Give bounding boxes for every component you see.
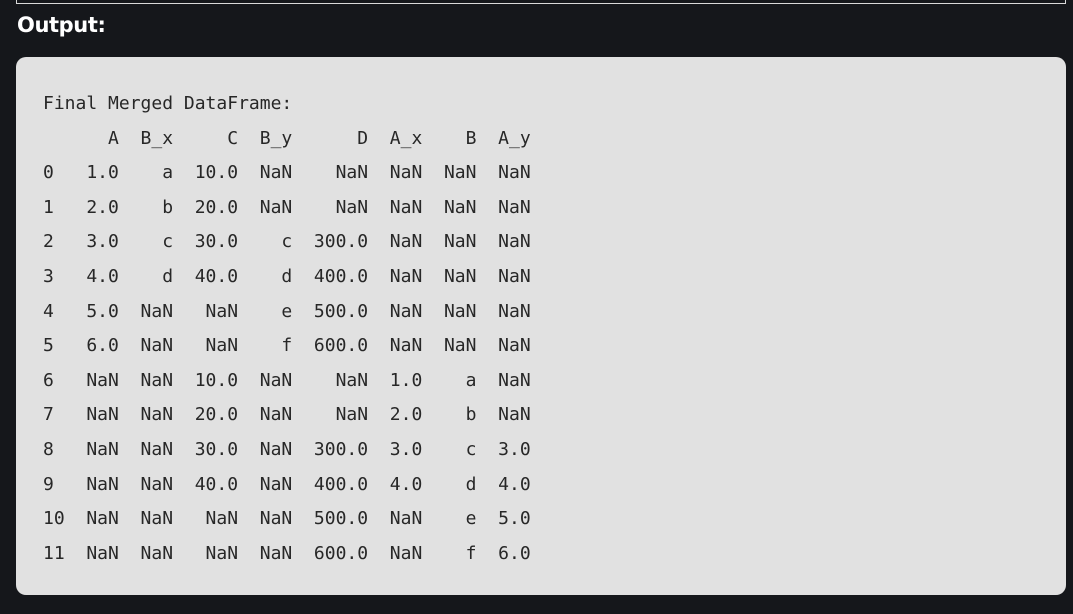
output-line: 2 3.0 c 30.0 c 300.0 NaN NaN NaN	[43, 231, 531, 253]
output-panel: Final Merged DataFrame: A B_x C B_y D A_…	[16, 57, 1066, 595]
output-line: 3 4.0 d 40.0 d 400.0 NaN NaN NaN	[43, 265, 531, 287]
output-line: 9 NaN NaN 40.0 NaN 400.0 4.0 d 4.0	[43, 473, 531, 495]
output-line: 7 NaN NaN 20.0 NaN NaN 2.0 b NaN	[43, 404, 531, 426]
output-line: 0 1.0 a 10.0 NaN NaN NaN NaN NaN	[43, 162, 531, 184]
output-line: 6 NaN NaN 10.0 NaN NaN 1.0 a NaN	[43, 369, 531, 391]
output-line: 8 NaN NaN 30.0 NaN 300.0 3.0 c 3.0	[43, 438, 531, 460]
output-line: A B_x C B_y D A_x B A_y	[43, 127, 531, 149]
previous-code-block-edge	[16, 0, 1066, 4]
output-line: 11 NaN NaN NaN NaN 600.0 NaN f 6.0	[43, 542, 531, 564]
output-line: 10 NaN NaN NaN NaN 500.0 NaN e 5.0	[43, 508, 531, 530]
output-line: 4 5.0 NaN NaN e 500.0 NaN NaN NaN	[43, 300, 531, 322]
output-heading: Output:	[17, 13, 106, 37]
output-line: 5 6.0 NaN NaN f 600.0 NaN NaN NaN	[43, 335, 531, 357]
output-line: 1 2.0 b 20.0 NaN NaN NaN NaN NaN	[43, 196, 531, 218]
output-line: Final Merged DataFrame:	[43, 93, 293, 114]
output-text: Final Merged DataFrame: A B_x C B_y D A_…	[43, 87, 531, 571]
